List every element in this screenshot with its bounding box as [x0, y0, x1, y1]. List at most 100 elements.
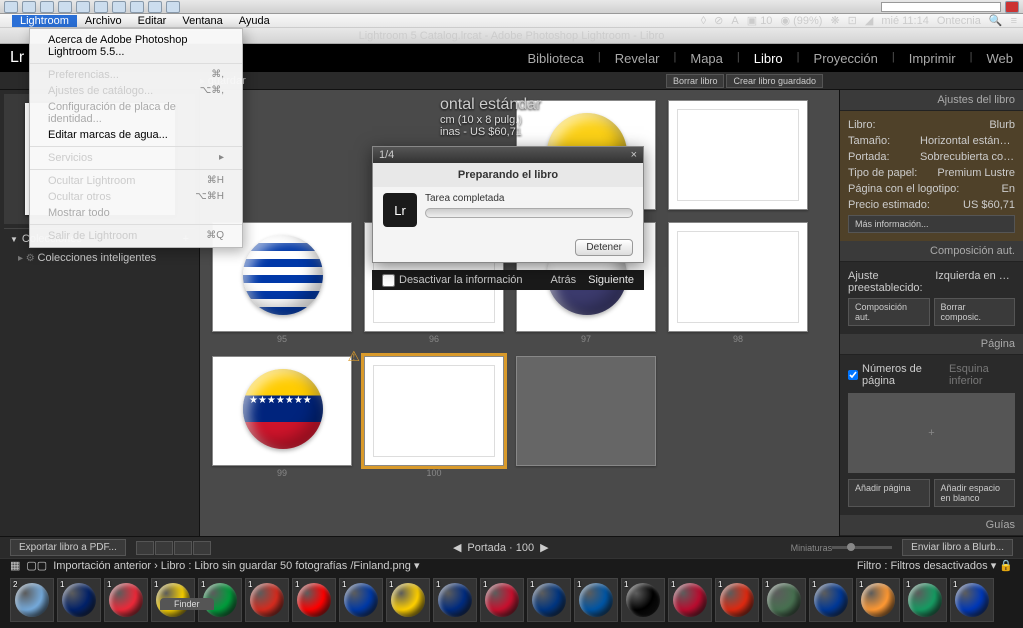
menu-watermark[interactable]: Editar marcas de agua... [30, 127, 242, 143]
export-pdf-button[interactable]: Exportar libro a PDF... [10, 539, 126, 556]
page-spread[interactable]: 98 [668, 222, 808, 344]
filmstrip-thumb[interactable]: 2 [10, 578, 54, 622]
spotlight-icon[interactable]: 🔍 [989, 14, 1003, 27]
menu-quit[interactable]: Salir de Lightroom⌘Q [30, 228, 242, 244]
view-grid-button[interactable] [136, 541, 154, 555]
filmstrip-thumb[interactable]: 1 [856, 578, 900, 622]
menu-services[interactable]: Servicios▸ [30, 150, 242, 166]
filmstrip-thumb[interactable]: 1 [480, 578, 524, 622]
toolbar-icon[interactable] [94, 1, 108, 13]
thumbnail-size-slider[interactable] [832, 546, 892, 549]
page-spread[interactable] [668, 100, 808, 210]
menu-prefs[interactable]: Preferencias...⌘, [30, 67, 242, 83]
page-spread[interactable]: ★★★★★★★ 99 ⚠ [212, 356, 352, 478]
module-web[interactable]: Web [987, 51, 1014, 66]
filmstrip-thumb[interactable]: 1 [809, 578, 853, 622]
filmstrip-thumb[interactable]: 1 [950, 578, 994, 622]
menu-ventana[interactable]: Ventana [174, 15, 230, 27]
toolbar-icon[interactable] [58, 1, 72, 13]
autolayout-button[interactable]: Composición aut. [848, 298, 930, 326]
module-imprimir[interactable]: Imprimir [909, 51, 956, 66]
finder-tab[interactable]: Finder [160, 598, 214, 610]
toolbar-icon[interactable] [76, 1, 90, 13]
clear-layout-button[interactable]: Borrar composic. [934, 298, 1016, 326]
filmstrip-thumb[interactable]: 1 [292, 578, 336, 622]
toolbar-icon[interactable] [130, 1, 144, 13]
filmstrip-thumb[interactable]: 1 [621, 578, 665, 622]
filmstrip-thumb[interactable]: 1 [339, 578, 383, 622]
second-screen-icon[interactable]: ▢▢ [26, 559, 47, 572]
warning-icon: ⚠ [347, 348, 360, 365]
menu-about[interactable]: Acerca de Adobe Photoshop Lightroom 5.5.… [30, 32, 242, 60]
back-button[interactable]: Atrás [550, 274, 576, 286]
module-libro[interactable]: Libro [754, 51, 783, 66]
module-mapa[interactable]: Mapa [690, 51, 723, 66]
filmstrip-badge: 1 [812, 580, 816, 589]
disable-info-checkbox[interactable] [382, 274, 395, 287]
page-header[interactable]: Página [840, 334, 1023, 355]
prev-arrow-icon[interactable]: ◀ [453, 541, 461, 554]
dialog-titlebar[interactable]: 1/4 × [373, 147, 643, 163]
filmstrip-thumb[interactable]: 1 [715, 578, 759, 622]
toolbar-icon[interactable] [112, 1, 126, 13]
module-revelar[interactable]: Revelar [615, 51, 660, 66]
close-icon[interactable]: × [631, 149, 637, 161]
view-mode-buttons [136, 541, 211, 555]
filmstrip-badge: 1 [248, 580, 252, 589]
toolbar-icon[interactable] [40, 1, 54, 13]
grid-icon[interactable]: ▦ [10, 559, 20, 572]
menu-hide[interactable]: Ocultar Lightroom⌘H [30, 173, 242, 189]
smart-collections[interactable]: ▸ ⚙ Colecciones inteligentes [4, 249, 195, 267]
back-cover[interactable] [516, 356, 656, 478]
module-proyeccion[interactable]: Proyección [814, 51, 878, 66]
filmstrip-path[interactable]: Importación anterior › Libro : Libro sin… [53, 559, 419, 572]
autolayout-header[interactable]: Composición aut. [840, 241, 1023, 262]
filmstrip-thumb[interactable]: 1 [57, 578, 101, 622]
filmstrip-thumb[interactable]: 1 [527, 578, 571, 622]
add-page-button[interactable]: Añadir página [848, 479, 930, 507]
view-single-button[interactable] [174, 541, 192, 555]
menu-ayuda[interactable]: Ayuda [231, 15, 278, 27]
guides-header[interactable]: Guías [840, 515, 1023, 536]
address-field[interactable] [881, 2, 1001, 12]
menu-lightroom[interactable]: Lightroom [12, 15, 77, 27]
menu-catalog[interactable]: Ajustes de catálogo...⌥⌘, [30, 83, 242, 99]
page-numbers-checkbox[interactable]: Números de páginaEsquina inferior [848, 361, 1015, 389]
toolbar-icon[interactable] [148, 1, 162, 13]
next-arrow-icon[interactable]: ▶ [540, 541, 548, 554]
more-info-button[interactable]: Más información... [848, 215, 1015, 233]
toolbar-icon[interactable] [166, 1, 180, 13]
filmstrip-badge: 2 [13, 580, 17, 589]
notifications-icon[interactable]: ≡ [1011, 15, 1017, 27]
menu-hideothers[interactable]: Ocultar otros⌥⌘H [30, 189, 242, 205]
module-biblioteca[interactable]: Biblioteca [527, 51, 583, 66]
filmstrip[interactable]: 211111111111111111111 [0, 572, 1023, 628]
toolbar-icon[interactable] [4, 1, 18, 13]
stop-button[interactable]: Detener [575, 239, 633, 256]
clear-book-button[interactable]: Borrar libro [666, 74, 725, 88]
filmstrip-thumb[interactable]: 1 [574, 578, 618, 622]
filmstrip-thumb[interactable]: 1 [104, 578, 148, 622]
filmstrip-thumb[interactable]: 1 [762, 578, 806, 622]
menu-archivo[interactable]: Archivo [77, 15, 130, 27]
page-spread[interactable]: 100 [364, 356, 504, 478]
filmstrip-thumb[interactable]: 1 [433, 578, 477, 622]
filmstrip-thumb[interactable]: 1 [668, 578, 712, 622]
menu-editar[interactable]: Editar [130, 15, 175, 27]
filmstrip-thumb[interactable]: 1 [245, 578, 289, 622]
status-num: ▣ 10 [747, 14, 773, 27]
view-spread-button[interactable] [155, 541, 173, 555]
next-button[interactable]: Siguiente [588, 274, 634, 286]
filters-off-dropdown[interactable]: Filtros desactivados [890, 560, 987, 572]
view-zoom-button[interactable] [193, 541, 211, 555]
toolbar-icon[interactable] [22, 1, 36, 13]
book-settings-header[interactable]: Ajustes del libro [840, 90, 1023, 111]
filmstrip-thumb[interactable]: 1 [903, 578, 947, 622]
page-template-preview[interactable]: + [848, 393, 1015, 473]
disable-info-label: Desactivar la información [399, 274, 523, 286]
create-saved-book-button[interactable]: Crear libro guardado [726, 74, 823, 88]
filmstrip-thumb[interactable]: 1 [386, 578, 430, 622]
add-blank-button[interactable]: Añadir espacio en blanco [934, 479, 1016, 507]
send-blurb-button[interactable]: Enviar libro a Blurb... [902, 539, 1013, 556]
toolbar-icon[interactable] [1005, 1, 1019, 13]
